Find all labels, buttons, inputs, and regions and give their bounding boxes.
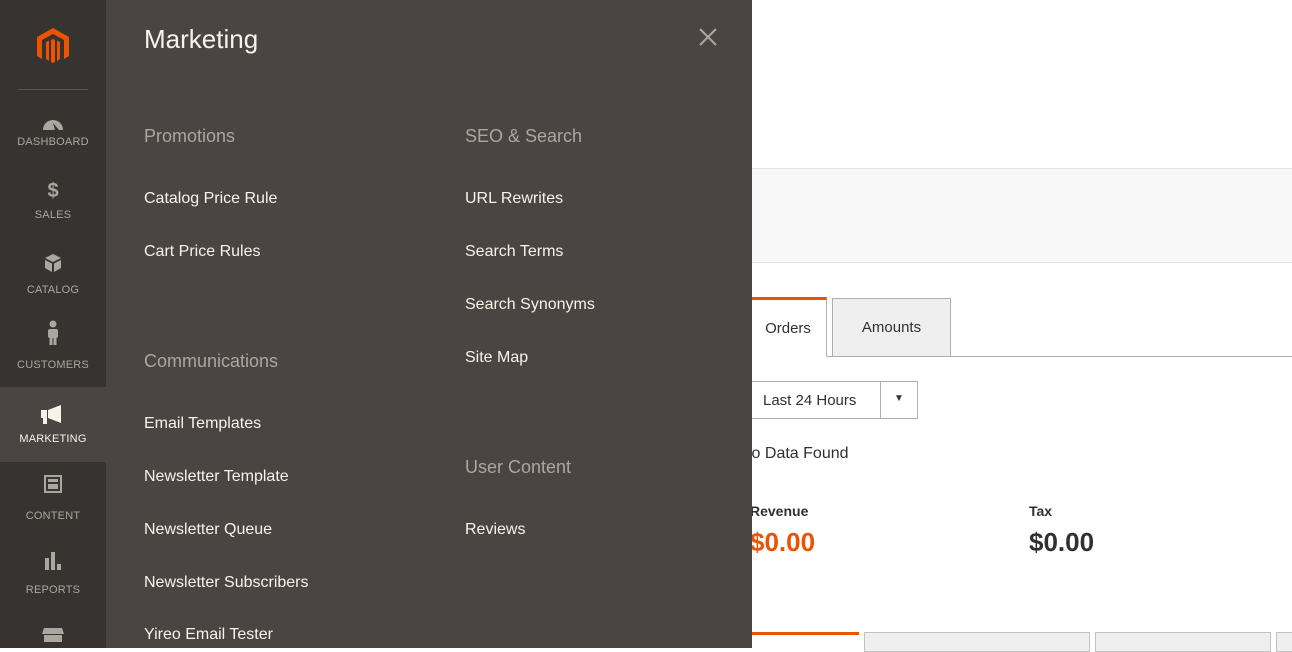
sidebar-item-content[interactable]: CONTENT bbox=[0, 470, 106, 545]
dashboard-tabs: Orders Amounts bbox=[730, 297, 1292, 357]
sidebar-item-label: SALES bbox=[34, 209, 72, 221]
menu-item-catalog-price-rule[interactable]: Catalog Price Rule bbox=[144, 190, 277, 208]
menu-item-yireo-email-tester[interactable]: Yireo Email Tester bbox=[144, 626, 273, 644]
bottom-tab-2[interactable] bbox=[864, 632, 1090, 652]
revenue-label: Revenue bbox=[750, 503, 809, 519]
bottom-tab-3[interactable] bbox=[1095, 632, 1271, 652]
logo-divider bbox=[18, 89, 88, 90]
sidebar-item-label: MARKETING bbox=[19, 433, 87, 445]
menu-item-newsletter-queue[interactable]: Newsletter Queue bbox=[144, 521, 272, 539]
group-title-user-content: User Content bbox=[465, 457, 572, 477]
bar-chart-icon bbox=[45, 552, 61, 570]
sidebar-item-label: CONTENT bbox=[25, 510, 81, 522]
sidebar-item-customers[interactable]: CUSTOMERS bbox=[0, 318, 106, 393]
revenue-value: $0.00 bbox=[750, 527, 816, 557]
sidebar-item-label: CATALOG bbox=[26, 284, 80, 296]
sidebar-item-label: CUSTOMERS bbox=[17, 359, 89, 371]
flyout-title: Marketing bbox=[144, 24, 259, 54]
menu-item-newsletter-subscribers[interactable]: Newsletter Subscribers bbox=[144, 574, 309, 592]
menu-item-reviews[interactable]: Reviews bbox=[465, 521, 525, 539]
menu-item-newsletter-template[interactable]: Newsletter Template bbox=[144, 468, 289, 486]
bottom-tab-4[interactable] bbox=[1276, 632, 1292, 652]
sidebar-item-label: REPORTS bbox=[25, 584, 81, 596]
layout-icon bbox=[44, 475, 62, 493]
menu-item-search-synonyms[interactable]: Search Synonyms bbox=[465, 296, 595, 314]
bottom-tabs bbox=[740, 632, 1292, 652]
tab-amounts-label: Amounts bbox=[861, 319, 922, 336]
chevron-down-icon: ▼ bbox=[894, 393, 904, 404]
period-select-toggle[interactable]: ▼ bbox=[880, 382, 917, 418]
admin-sidebar: DASHBOARD $ SALES CATALOG CUSTOMERS MARK… bbox=[0, 0, 106, 648]
period-select[interactable]: Last 24 Hours ▼ bbox=[740, 381, 918, 419]
magento-logo-icon[interactable] bbox=[33, 26, 73, 66]
sidebar-item-stores[interactable] bbox=[0, 620, 106, 648]
group-title-promotions: Promotions bbox=[144, 126, 236, 146]
sidebar-item-catalog[interactable]: CATALOG bbox=[0, 247, 106, 322]
menu-item-email-templates[interactable]: Email Templates bbox=[144, 415, 261, 433]
group-title-communications: Communications bbox=[144, 351, 279, 371]
menu-item-cart-price-rules[interactable]: Cart Price Rules bbox=[144, 243, 260, 261]
megaphone-icon bbox=[41, 405, 61, 424]
no-data-message: No Data Found bbox=[740, 445, 849, 462]
tax-label: Tax bbox=[1029, 503, 1053, 519]
period-select-value: Last 24 Hours bbox=[763, 392, 857, 409]
marketing-flyout-menu: Marketing Promotions Catalog Price Rule … bbox=[106, 0, 752, 648]
menu-item-search-terms[interactable]: Search Terms bbox=[465, 243, 563, 261]
sidebar-item-label: DASHBOARD bbox=[17, 136, 89, 148]
dashboard-icon bbox=[43, 120, 63, 130]
group-title-seo-search: SEO & Search bbox=[465, 126, 583, 146]
menu-item-site-map[interactable]: Site Map bbox=[465, 349, 528, 367]
tab-amounts[interactable]: Amounts bbox=[832, 298, 951, 356]
person-icon bbox=[48, 320, 58, 345]
tab-orders-label: Orders bbox=[765, 319, 811, 337]
dollar-icon: $ bbox=[47, 180, 59, 202]
sidebar-item-marketing[interactable]: MARKETING bbox=[0, 387, 106, 462]
tax-value: $0.00 bbox=[1029, 527, 1095, 557]
close-icon[interactable] bbox=[696, 25, 720, 49]
menu-item-url-rewrites[interactable]: URL Rewrites bbox=[465, 190, 563, 208]
sidebar-item-dashboard[interactable]: DASHBOARD bbox=[0, 100, 106, 175]
sidebar-item-sales[interactable]: $ SALES bbox=[0, 171, 106, 246]
box-icon bbox=[45, 254, 61, 272]
bottom-tab-1[interactable] bbox=[740, 632, 859, 652]
store-icon bbox=[42, 628, 64, 642]
sidebar-item-reports[interactable]: REPORTS bbox=[0, 545, 106, 620]
